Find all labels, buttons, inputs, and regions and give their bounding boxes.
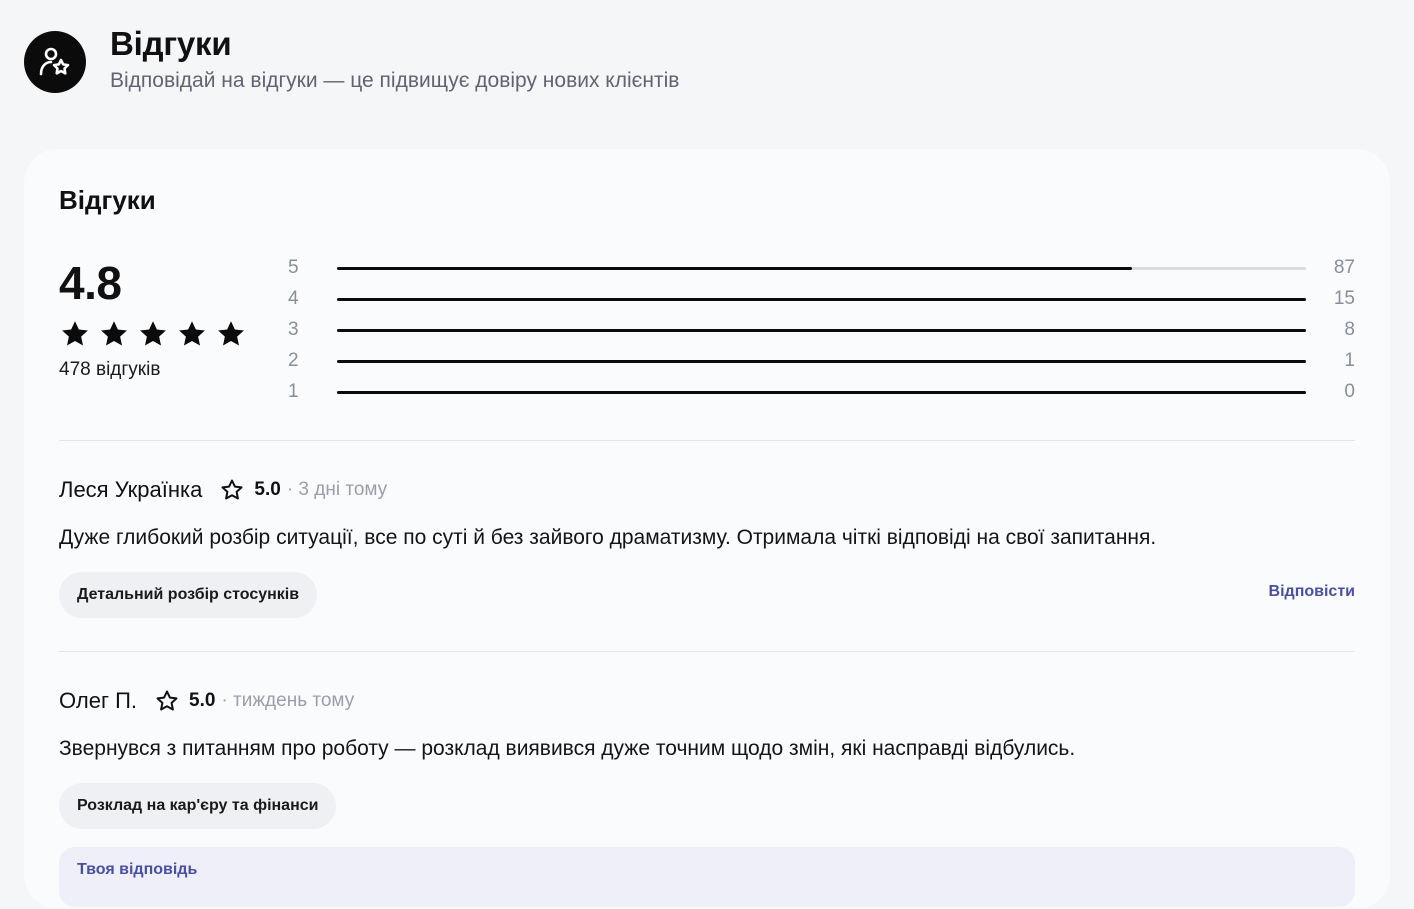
user-star-icon bbox=[24, 31, 86, 93]
review-header: Леся Українка 5.0 · 3 дні тому bbox=[59, 475, 1355, 505]
review-text: Дуже глибокий розбір ситуації, все по су… bbox=[59, 526, 1157, 549]
reviews-card: Відгуки 4.8 478 відгуків 5 87 4 15 3 8 2… bbox=[24, 149, 1390, 909]
reviewer-name: Олег П. bbox=[59, 688, 137, 713]
service-tag: Розклад на кар'єру та фінанси bbox=[59, 783, 337, 829]
star-filled-icon bbox=[140, 321, 166, 346]
review-count: 478 відгуків bbox=[59, 359, 161, 380]
star-filled-icon bbox=[62, 321, 88, 346]
star-filled-icon bbox=[218, 321, 244, 346]
distribution-fill bbox=[337, 391, 1306, 394]
distribution-fill bbox=[337, 267, 1132, 270]
review-item: Олег П. 5.0 · тиждень тому Звернувся з п… bbox=[59, 686, 1355, 907]
star-filled-icon bbox=[179, 321, 205, 346]
service-tag: Детальний розбір стосунків bbox=[59, 572, 318, 618]
rating-stars bbox=[59, 319, 259, 349]
distribution-fill bbox=[337, 298, 1306, 301]
header-text: Відгуки Відповідай на відгуки — це підви… bbox=[110, 24, 679, 96]
review-header: Олег П. 5.0 · тиждень тому bbox=[59, 686, 1355, 716]
section-divider bbox=[59, 440, 1355, 441]
distribution-count: 0 bbox=[1344, 381, 1355, 402]
reply-input[interactable]: Твоя відповідь bbox=[59, 847, 1355, 907]
page-header: Відгуки Відповідай на відгуки — це підви… bbox=[24, 24, 679, 96]
distribution-row: 5 87 bbox=[288, 257, 1355, 288]
distribution-row: 3 8 bbox=[288, 319, 1355, 350]
distribution-count: 87 bbox=[1333, 257, 1355, 278]
distribution-star-label: 4 bbox=[288, 288, 299, 309]
distribution-star-label: 2 bbox=[288, 350, 299, 371]
rating-distribution: 5 87 4 15 3 8 2 1 1 0 bbox=[288, 257, 1355, 412]
star-filled-icon bbox=[101, 321, 127, 346]
card-title: Відгуки bbox=[59, 185, 156, 215]
section-divider bbox=[59, 651, 1355, 652]
distribution-count: 1 bbox=[1344, 350, 1355, 371]
page-title: Відгуки bbox=[110, 25, 232, 62]
page-subtitle: Відповідай на відгуки — це підвищує дові… bbox=[110, 69, 680, 92]
distribution-row: 2 1 bbox=[288, 350, 1355, 381]
distribution-row: 1 0 bbox=[288, 381, 1355, 412]
distribution-star-label: 5 bbox=[288, 257, 299, 278]
star-outline-icon bbox=[220, 478, 244, 502]
review-time: · 3 дні тому bbox=[286, 479, 388, 500]
distribution-track bbox=[337, 360, 1306, 363]
distribution-count: 8 bbox=[1344, 319, 1355, 340]
distribution-fill bbox=[337, 329, 1306, 332]
distribution-star-label: 3 bbox=[288, 319, 299, 340]
rating-summary: 4.8 478 відгуків bbox=[59, 257, 259, 381]
reviewer-name: Леся Українка bbox=[59, 477, 203, 502]
distribution-track bbox=[337, 267, 1306, 270]
distribution-row: 4 15 bbox=[288, 288, 1355, 319]
distribution-fill bbox=[337, 360, 1306, 363]
star-outline-icon bbox=[155, 689, 179, 713]
review-text: Звернувся з питанням про роботу — розкла… bbox=[59, 737, 1076, 760]
reply-button[interactable]: Відповісти bbox=[1269, 583, 1355, 601]
review-item: Леся Українка 5.0 · 3 дні тому Дуже глиб… bbox=[59, 475, 1355, 618]
distribution-track bbox=[337, 298, 1306, 301]
review-score: 5.0 bbox=[254, 479, 281, 500]
distribution-star-label: 1 bbox=[288, 381, 299, 402]
distribution-track bbox=[337, 391, 1306, 394]
distribution-count: 15 bbox=[1333, 288, 1355, 309]
average-rating: 4.8 bbox=[59, 257, 122, 309]
review-time: · тиждень тому bbox=[221, 690, 355, 711]
review-score: 5.0 bbox=[189, 690, 216, 711]
distribution-track bbox=[337, 329, 1306, 332]
